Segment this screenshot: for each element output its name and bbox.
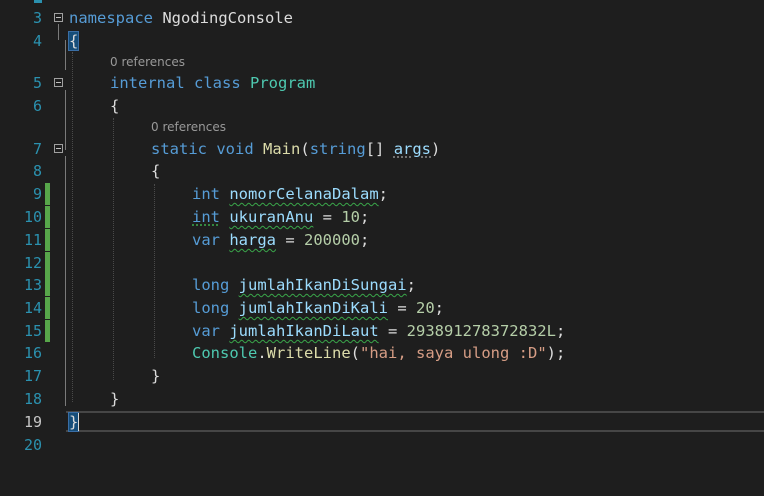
code-line-5[interactable]: 5 internal class Program bbox=[0, 72, 764, 94]
code-line-10[interactable]: 10 int ukuranAnu = 10; bbox=[0, 206, 764, 228]
code-line-19[interactable]: 19 } bbox=[0, 411, 764, 433]
line-number: 20 bbox=[23, 436, 42, 454]
keyword: var bbox=[192, 322, 220, 340]
line-number: 8 bbox=[32, 162, 42, 180]
change-indicator bbox=[45, 229, 50, 251]
line-number: 17 bbox=[23, 367, 42, 385]
brace: } bbox=[151, 367, 161, 385]
change-indicator bbox=[45, 274, 50, 296]
type-name: Console bbox=[192, 344, 258, 362]
change-indicator bbox=[45, 320, 50, 342]
line-number: 11 bbox=[23, 231, 42, 249]
method-name: WriteLine bbox=[266, 344, 351, 362]
keyword: int bbox=[192, 208, 220, 226]
line-number: 15 bbox=[23, 322, 42, 340]
line-number: 18 bbox=[23, 390, 42, 408]
fold-toggle-icon[interactable] bbox=[54, 78, 63, 87]
fold-toggle-icon[interactable] bbox=[54, 144, 63, 153]
scrolled-line-top bbox=[34, 0, 42, 3]
brace: } bbox=[110, 390, 120, 408]
change-indicator bbox=[45, 297, 50, 319]
method-name: Main bbox=[263, 140, 301, 158]
line-number: 9 bbox=[32, 185, 42, 203]
code-line-8[interactable]: 8 { bbox=[0, 160, 764, 182]
keyword: namespace bbox=[69, 9, 153, 27]
brace: { bbox=[151, 162, 161, 180]
line-number: 10 bbox=[23, 208, 42, 226]
namespace-name: NgodingConsole bbox=[162, 9, 293, 27]
code-line-11[interactable]: 11 var harga = 200000; bbox=[0, 229, 764, 251]
keyword: internal bbox=[110, 74, 185, 92]
change-indicator bbox=[45, 252, 50, 274]
line-number: 4 bbox=[32, 32, 42, 50]
keyword: void bbox=[216, 140, 254, 158]
variable-name: jumlahIkanDiSungai bbox=[238, 276, 407, 294]
number-literal: 10 bbox=[341, 208, 361, 226]
string-literal: "hai, saya ulong :D" bbox=[360, 344, 547, 362]
text-caret bbox=[78, 413, 79, 431]
keyword: var bbox=[192, 231, 220, 249]
code-line-4[interactable]: 4 { bbox=[0, 30, 764, 52]
code-line-3[interactable]: 3 namespace NgodingConsole bbox=[0, 7, 764, 29]
line-number: 14 bbox=[23, 299, 42, 317]
variable-name: nomorCelanaDalam bbox=[229, 185, 379, 203]
line-number: 16 bbox=[23, 344, 42, 362]
code-line-12[interactable]: 12 bbox=[0, 252, 764, 274]
keyword: long bbox=[192, 276, 230, 294]
keyword: int bbox=[192, 185, 220, 203]
number-literal: 200000 bbox=[304, 231, 361, 249]
keyword: string bbox=[309, 140, 366, 158]
keyword: class bbox=[194, 74, 241, 92]
keyword: static bbox=[151, 140, 207, 158]
keyword: long bbox=[192, 299, 230, 317]
parameter-name: args bbox=[393, 140, 432, 158]
open-brace-highlight: { bbox=[67, 31, 80, 51]
code-line-16[interactable]: 16 Console.WriteLine("hai, saya ulong :D… bbox=[0, 342, 764, 364]
fold-toggle-icon[interactable] bbox=[54, 13, 63, 22]
variable-name: ukuranAnu bbox=[229, 208, 314, 226]
variable-name: harga bbox=[229, 231, 277, 249]
code-editor[interactable]: 3 namespace NgodingConsole 4 { 0 referen… bbox=[0, 0, 764, 496]
code-line-6[interactable]: 6 { bbox=[0, 95, 764, 117]
codelens-references[interactable]: 0 references bbox=[151, 119, 226, 135]
close-brace-highlight: } bbox=[67, 412, 80, 432]
brace: { bbox=[110, 97, 120, 115]
line-number: 6 bbox=[32, 97, 42, 115]
change-indicator bbox=[45, 183, 50, 205]
code-line-14[interactable]: 14 long jumlahIkanDiKali = 20; bbox=[0, 297, 764, 319]
code-line-17[interactable]: 17 } bbox=[0, 365, 764, 387]
line-number: 13 bbox=[23, 276, 42, 294]
line-number: 12 bbox=[23, 254, 42, 272]
code-line-20[interactable]: 20 bbox=[0, 434, 764, 456]
codelens-references[interactable]: 0 references bbox=[110, 54, 185, 70]
variable-name: jumlahIkanDiKali bbox=[238, 299, 388, 317]
line-number: 7 bbox=[32, 140, 42, 158]
number-literal: 293891278372832L bbox=[406, 322, 556, 340]
code-line-13[interactable]: 13 long jumlahIkanDiSungai; bbox=[0, 274, 764, 296]
code-line-18[interactable]: 18 } bbox=[0, 388, 764, 410]
variable-name: jumlahIkanDiLaut bbox=[229, 322, 379, 340]
line-number: 5 bbox=[32, 74, 42, 92]
code-line-7[interactable]: 7 static void Main(string[] args) bbox=[0, 138, 764, 160]
line-number: 3 bbox=[32, 9, 42, 27]
number-literal: 20 bbox=[415, 299, 435, 317]
class-name: Program bbox=[250, 74, 316, 92]
line-number: 19 bbox=[23, 413, 42, 431]
code-line-9[interactable]: 9 int nomorCelanaDalam; bbox=[0, 183, 764, 205]
change-indicator bbox=[45, 206, 50, 228]
code-line-15[interactable]: 15 var jumlahIkanDiLaut = 29389127837283… bbox=[0, 320, 764, 342]
